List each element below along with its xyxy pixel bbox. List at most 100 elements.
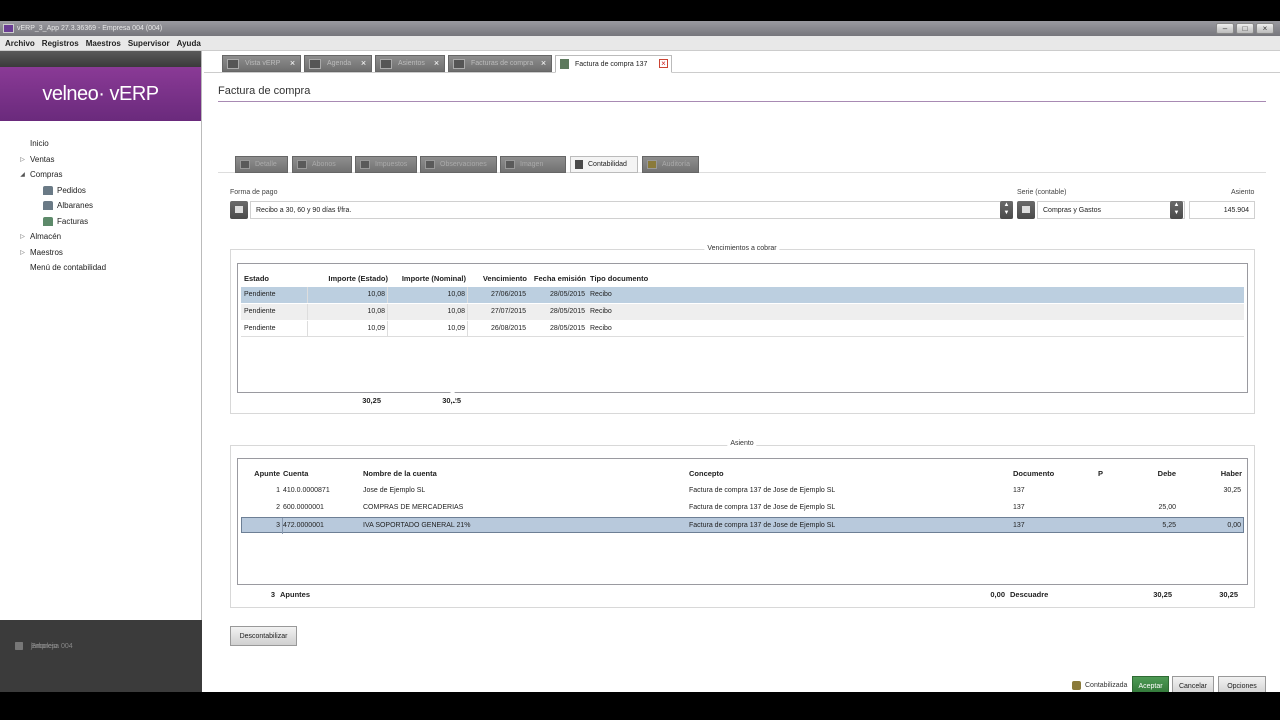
- descuadre-value: 0,00: [990, 590, 1005, 599]
- sidebar-item-menu-contabilidad[interactable]: Menú de contabilidad: [0, 260, 201, 276]
- col-nombre-cuenta[interactable]: Nombre de la cuenta: [363, 469, 437, 478]
- forma-pago-field[interactable]: Recibo a 30, 60 y 90 días f/fra.: [250, 201, 1013, 219]
- col-apunte[interactable]: Apunte: [244, 469, 280, 478]
- tab-agenda[interactable]: Agenda ×: [304, 55, 372, 72]
- sidebar-item-label: Ventas: [30, 154, 55, 164]
- expand-icon[interactable]: ▷: [18, 233, 27, 240]
- forma-pago-spinner-icon[interactable]: ▲ ▼: [1000, 201, 1013, 219]
- sidebar-item-almacen[interactable]: ▷ Almacén: [0, 229, 201, 245]
- cell-fecha-emision: 28/05/2015: [549, 325, 585, 332]
- table-row[interactable]: Pendiente 10,08 10,08 27/07/2015 28/05/2…: [241, 304, 1244, 320]
- col-importe-estado[interactable]: Importe (Estado): [310, 274, 388, 283]
- subtab-auditoria[interactable]: Auditoría: [642, 156, 699, 173]
- user-name: jarbolejo: [31, 642, 58, 650]
- menu-maestros[interactable]: Maestros: [86, 39, 121, 48]
- serie-field[interactable]: Compras y Gastos: [1037, 201, 1185, 219]
- table-row[interactable]: 2 600.0000001 COMPRAS DE MERCADERIAS Fac…: [241, 500, 1244, 516]
- aceptar-button[interactable]: Aceptar: [1132, 676, 1169, 692]
- subtab-abonos[interactable]: Abonos: [292, 156, 352, 173]
- subtab-impuestos[interactable]: Impuestos: [355, 156, 417, 173]
- subtab-contabilidad[interactable]: Contabilidad: [570, 156, 638, 173]
- table-row[interactable]: Pendiente 10,08 10,08 27/06/2015 28/05/2…: [241, 287, 1244, 303]
- serie-spinner-icon[interactable]: ▲ ▼: [1170, 201, 1183, 219]
- sidebar-item-ventas[interactable]: ▷ Ventas: [0, 152, 201, 168]
- col-fecha-emision[interactable]: Fecha emisión: [527, 274, 586, 283]
- minimize-icon[interactable]: –: [1216, 23, 1234, 34]
- agenda-icon: [309, 58, 321, 69]
- opciones-button[interactable]: Opciones: [1218, 676, 1266, 692]
- close-icon[interactable]: ×: [1256, 23, 1274, 34]
- cell-tipo-documento: Recibo: [590, 325, 612, 332]
- imagen-icon: [505, 160, 515, 169]
- menu-supervisor[interactable]: Supervisor: [128, 39, 170, 48]
- subtab-observaciones[interactable]: Observaciones: [420, 156, 497, 173]
- col-vencimiento[interactable]: Vencimiento: [466, 274, 527, 283]
- tab-facturas-compra[interactable]: Facturas de compra ×: [448, 55, 552, 72]
- cancelar-button[interactable]: Cancelar: [1172, 676, 1214, 692]
- sidebar-item-facturas[interactable]: Facturas: [0, 214, 201, 230]
- cell-haber: 30,25: [1223, 487, 1241, 494]
- cell-cuenta: 410.0.0000871: [283, 487, 330, 494]
- menu-bar: Archivo Registros Maestros Supervisor Ay…: [0, 36, 1280, 51]
- close-tab-icon[interactable]: ×: [539, 59, 548, 68]
- serie-label: Serie (contable): [1017, 189, 1067, 196]
- close-tab-icon[interactable]: ×: [359, 59, 368, 68]
- subtab-detalle[interactable]: Detalle: [235, 156, 288, 173]
- lock-icon: [1072, 681, 1081, 690]
- sidebar-item-label: Albaranes: [57, 201, 94, 211]
- col-cuenta[interactable]: Cuenta: [283, 469, 308, 478]
- serie-button-icon[interactable]: [1017, 201, 1035, 219]
- cell-fecha-emision: 28/05/2015: [549, 291, 585, 298]
- table-row[interactable]: 1 410.0.0000871 Jose de Ejemplo SL Factu…: [241, 483, 1244, 499]
- tab-asientos[interactable]: Asientos ×: [375, 55, 445, 72]
- col-documento[interactable]: Documento: [1013, 469, 1054, 478]
- factura-icon: [560, 59, 569, 69]
- close-tab-icon[interactable]: ×: [288, 59, 297, 68]
- menu-registros[interactable]: Registros: [42, 39, 79, 48]
- sidebar-item-albaranes[interactable]: Albaranes: [0, 198, 201, 214]
- abonos-icon: [297, 160, 307, 169]
- col-importe-nominal[interactable]: Importe (Nominal): [388, 274, 466, 283]
- col-tipo-documento[interactable]: Tipo documento: [590, 274, 648, 283]
- cell-vencimiento: 27/07/2015: [490, 308, 526, 315]
- asiento-label: Asiento: [1231, 189, 1255, 196]
- menu-ayuda[interactable]: Ayuda: [177, 39, 201, 48]
- collapse-icon[interactable]: ◢: [18, 171, 27, 178]
- title-divider: [218, 101, 1266, 102]
- tab-label: Factura de compra 137: [575, 60, 648, 68]
- descontabilizar-button[interactable]: Descontabilizar: [230, 626, 297, 646]
- sidebar-item-pedidos[interactable]: Pedidos: [0, 183, 201, 199]
- close-tab-icon[interactable]: ×: [659, 59, 668, 68]
- sidebar-item-compras[interactable]: ◢ Compras: [0, 167, 201, 183]
- cell-importe-nominal: 10,08: [447, 291, 465, 298]
- table-row[interactable]: 3 472.0000001 IVA SOPORTADO GENERAL 21% …: [241, 517, 1244, 534]
- expand-icon[interactable]: ▷: [18, 249, 27, 256]
- impuestos-icon: [360, 160, 370, 169]
- col-haber[interactable]: Haber: [1188, 469, 1242, 478]
- app-icon: [3, 24, 14, 33]
- tab-factura-compra-137[interactable]: Factura de compra 137 ×: [555, 55, 672, 73]
- vencimientos-grid: Estado Importe (Estado) Importe (Nominal…: [237, 263, 1248, 393]
- col-debe[interactable]: Debe: [1128, 469, 1176, 478]
- close-tab-icon[interactable]: ×: [432, 59, 441, 68]
- subtab-imagen[interactable]: Imagen: [500, 156, 566, 173]
- expand-icon[interactable]: ▷: [18, 156, 27, 163]
- menu-archivo[interactable]: Archivo: [5, 39, 35, 48]
- sidebar-item-maestros[interactable]: ▷ Maestros: [0, 245, 201, 261]
- tab-vista-verp[interactable]: Vista vERP ×: [222, 55, 301, 72]
- forma-pago-button-icon[interactable]: [230, 201, 248, 219]
- subtab-label: Impuestos: [375, 161, 408, 168]
- col-p[interactable]: P: [1098, 469, 1103, 478]
- subtab-label: Abonos: [312, 161, 336, 168]
- col-concepto[interactable]: Concepto: [689, 469, 724, 478]
- cell-documento: 137: [1013, 504, 1025, 511]
- cell-tipo-documento: Recibo: [590, 308, 612, 315]
- col-estado[interactable]: Estado: [244, 274, 269, 283]
- sidebar-item-inicio[interactable]: Inicio: [0, 136, 201, 152]
- cell-estado: Pendiente: [244, 325, 276, 332]
- table-row[interactable]: Pendiente 10,09 10,09 26/08/2015 28/05/2…: [241, 321, 1244, 337]
- subtab-label: Imagen: [520, 161, 544, 168]
- maximize-icon[interactable]: □: [1236, 23, 1254, 34]
- asiento-field[interactable]: 145.904: [1189, 201, 1255, 219]
- cell-debe: 5,25: [1162, 522, 1176, 529]
